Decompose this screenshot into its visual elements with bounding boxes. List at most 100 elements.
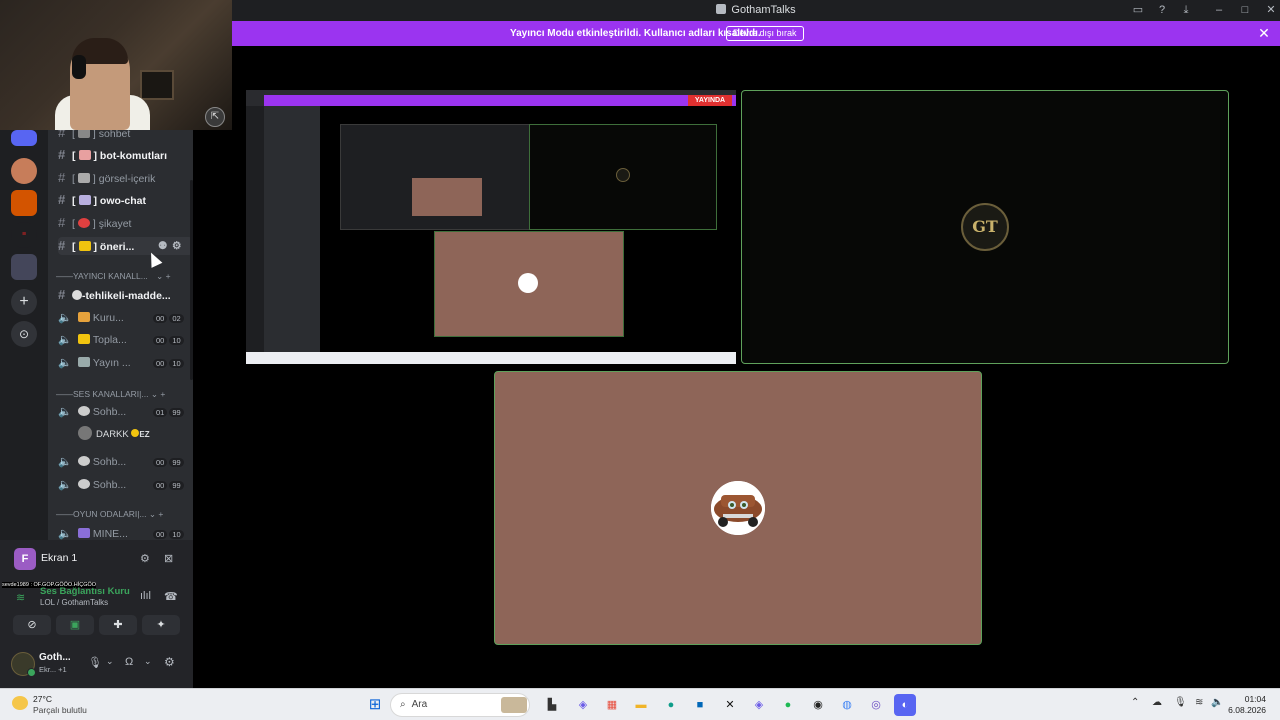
category-ses[interactable]: ——SES KANALLARI|... ⌄ + xyxy=(56,387,165,401)
start-button-icon[interactable]: ⊞ xyxy=(364,694,386,716)
category-oyun[interactable]: ——OYUN ODALARI|... ⌄ + xyxy=(56,507,163,521)
copilot-icon[interactable]: ◈ xyxy=(572,694,594,716)
streamer-mode-banner: Yayıncı Modu etkinleştirildi. Kullanıcı … xyxy=(232,21,1280,46)
window-title: GothamTalks xyxy=(232,0,1280,21)
app-icon[interactable]: ■ xyxy=(689,694,711,716)
user-settings-icon[interactable]: ⚙ xyxy=(164,655,175,669)
server-icon-2[interactable] xyxy=(11,158,37,184)
add-channel-icon[interactable]: + xyxy=(160,389,165,399)
channel-sikayet[interactable]: #[] şikayet xyxy=(58,214,131,232)
add-channel-icon[interactable]: + xyxy=(166,271,171,281)
volume-icon[interactable]: 🔈 xyxy=(1211,697,1223,708)
channel-gorsel-icerik[interactable]: #[] görsel-içerik xyxy=(58,169,155,187)
soundboard-button[interactable]: ✦ xyxy=(142,615,180,635)
steam-icon[interactable]: ◉ xyxy=(807,694,829,716)
voice-channel-sohbet-2[interactable]: 🔈 Sohb... 00 99 xyxy=(58,453,193,471)
voice-member-darkk[interactable]: DARKK EZ xyxy=(78,426,150,444)
controller-icon xyxy=(77,528,90,538)
text-channel-icon: # xyxy=(58,238,66,253)
stop-stream-icon[interactable]: ⊠ xyxy=(164,552,173,565)
channel-scrollbar[interactable] xyxy=(190,180,193,380)
server-icon-3[interactable] xyxy=(11,190,37,216)
webcam-overlay: ⇱ xyxy=(0,0,232,130)
connection-icon: ≋ xyxy=(16,592,26,604)
channel-owo-chat[interactable]: #[] owo-chat xyxy=(58,191,146,209)
voice-channel-link[interactable]: LOL / GothamTalks xyxy=(40,598,108,607)
add-channel-icon[interactable]: + xyxy=(158,509,163,519)
minimize-button[interactable]: – xyxy=(1210,2,1228,19)
clock-time[interactable]: 01:04 xyxy=(1226,694,1266,704)
channel-sohbet[interactable]: #[] sohbet xyxy=(58,130,130,142)
audio-options-chevron-icon[interactable]: ⌄ xyxy=(144,656,152,667)
discord-icon[interactable]: ◐ xyxy=(894,694,916,716)
activities-button[interactable]: ✚ xyxy=(99,615,137,635)
channel-bot-komutlari[interactable]: #[] bot-komutları xyxy=(58,146,167,164)
close-banner-icon[interactable]: ✕ xyxy=(1256,25,1272,41)
voice-channel-topla[interactable]: 🔈 Topla... 00 10 xyxy=(58,331,193,349)
task-view-icon[interactable]: ▙ xyxy=(541,694,563,716)
voice-channel-sohbet-3[interactable]: 🔈 Sohb... 00 99 xyxy=(58,476,193,494)
headphones-icon[interactable]: Ω xyxy=(125,656,133,668)
weather-temp[interactable]: 27°C xyxy=(33,694,52,704)
maximize-button[interactable]: □ xyxy=(1236,2,1254,19)
screen-share-tile[interactable]: YAYINDA xyxy=(246,90,736,364)
store-icon[interactable]: ▦ xyxy=(601,694,623,716)
mic-options-chevron-icon[interactable]: ⌄ xyxy=(106,656,114,667)
help-icon[interactable]: ? xyxy=(1153,2,1171,19)
server-icon-1[interactable] xyxy=(11,130,37,146)
chevron-down-icon: ⌄ xyxy=(150,389,158,399)
cloud-icon[interactable]: ☁ xyxy=(1152,697,1162,708)
voice-channel-sohbet-1[interactable]: 🔈 Sohb... 01 99 xyxy=(58,403,193,421)
noise-suppression-icon[interactable]: ılıl xyxy=(140,590,151,602)
disconnect-icon[interactable]: ☎ xyxy=(164,590,178,603)
user-panel: Goth... Ekr... +1 🎙︎ ⌄ Ω ⌄ ⚙ xyxy=(0,643,193,688)
weather-icon[interactable] xyxy=(12,696,28,710)
taskbar-search[interactable]: ⌕ Ara xyxy=(390,693,530,717)
voice-status[interactable]: Ses Bağlantısı Kuru xyxy=(40,586,130,597)
close-window-button[interactable]: ✕ xyxy=(1262,2,1280,19)
voice-channel-kuru[interactable]: 🔈 Kuru... 00 02 xyxy=(58,309,193,327)
clock-date[interactable]: 6.08.2026 xyxy=(1226,705,1266,715)
edge-icon[interactable]: ● xyxy=(660,694,682,716)
spotify-icon[interactable]: ● xyxy=(777,694,799,716)
username[interactable]: Goth... xyxy=(39,652,71,663)
inbox-icon[interactable]: ▭ xyxy=(1129,2,1147,19)
mini-mater-nested xyxy=(412,178,482,216)
mini-taskbar xyxy=(246,352,736,364)
microphone-icon[interactable]: 🎙︎ xyxy=(88,656,102,669)
category-yayinci[interactable]: ——YAYINCI KANALL... ⌄ + xyxy=(56,269,171,283)
add-server-icon[interactable]: + xyxy=(11,289,37,315)
voice-channel-yayin[interactable]: 🔈 Yayın ... 00 10 xyxy=(58,354,193,372)
speaker-icon: 🔈 xyxy=(58,357,72,369)
tray-chevron-icon[interactable]: ⌃ xyxy=(1131,697,1139,708)
mini-channel-list xyxy=(264,106,320,352)
channel-oneri[interactable]: #[] öneri... ⚉ ⚙ xyxy=(58,237,193,255)
x-icon[interactable]: ✕ xyxy=(719,694,741,716)
wifi-icon[interactable]: ≋ xyxy=(1195,697,1203,708)
invite-icon[interactable]: ⚉ xyxy=(158,237,167,255)
text-channel-icon: # xyxy=(58,192,66,207)
obs-icon[interactable]: ◎ xyxy=(865,694,887,716)
copilot-app-icon[interactable]: ◈ xyxy=(748,694,770,716)
stream-avatar: F xyxy=(14,548,36,570)
download-icon[interactable]: ⤓ xyxy=(1177,2,1195,19)
banner-message: Yayıncı Modu etkinleştirildi. Kullanıcı … xyxy=(510,28,761,39)
channel-settings-icon[interactable]: ⚙ xyxy=(172,237,181,255)
weather-desc[interactable]: Parçalı bulutlu xyxy=(33,705,87,715)
webcam-headset xyxy=(72,55,86,79)
voice-channel-mine[interactable]: 🔈 MINE... 00 10 xyxy=(58,525,193,540)
wall-frame xyxy=(140,70,174,100)
share-screen-button[interactable]: ▣ xyxy=(56,615,94,635)
chrome-icon[interactable]: ◍ xyxy=(836,694,858,716)
channel-tehlikeli[interactable]: # -tehlikeli-madde... xyxy=(58,286,171,304)
camera-off-button[interactable]: ⊘ xyxy=(13,615,51,635)
disable-streamer-mode-button[interactable]: Devre dışı bırak xyxy=(726,26,804,41)
pip-button[interactable]: ⇱ xyxy=(205,107,225,127)
server-icon-4[interactable]: ≡ xyxy=(11,222,37,248)
stream-settings-icon[interactable]: ⚙ xyxy=(140,552,150,565)
discover-icon[interactable]: ⊙ xyxy=(11,321,37,347)
mic-tray-icon[interactable]: 🎙︎ xyxy=(1174,697,1187,708)
file-explorer-icon[interactable]: ▬ xyxy=(630,694,652,716)
server-folder[interactable] xyxy=(11,254,37,280)
mini-server-rail xyxy=(246,106,264,352)
